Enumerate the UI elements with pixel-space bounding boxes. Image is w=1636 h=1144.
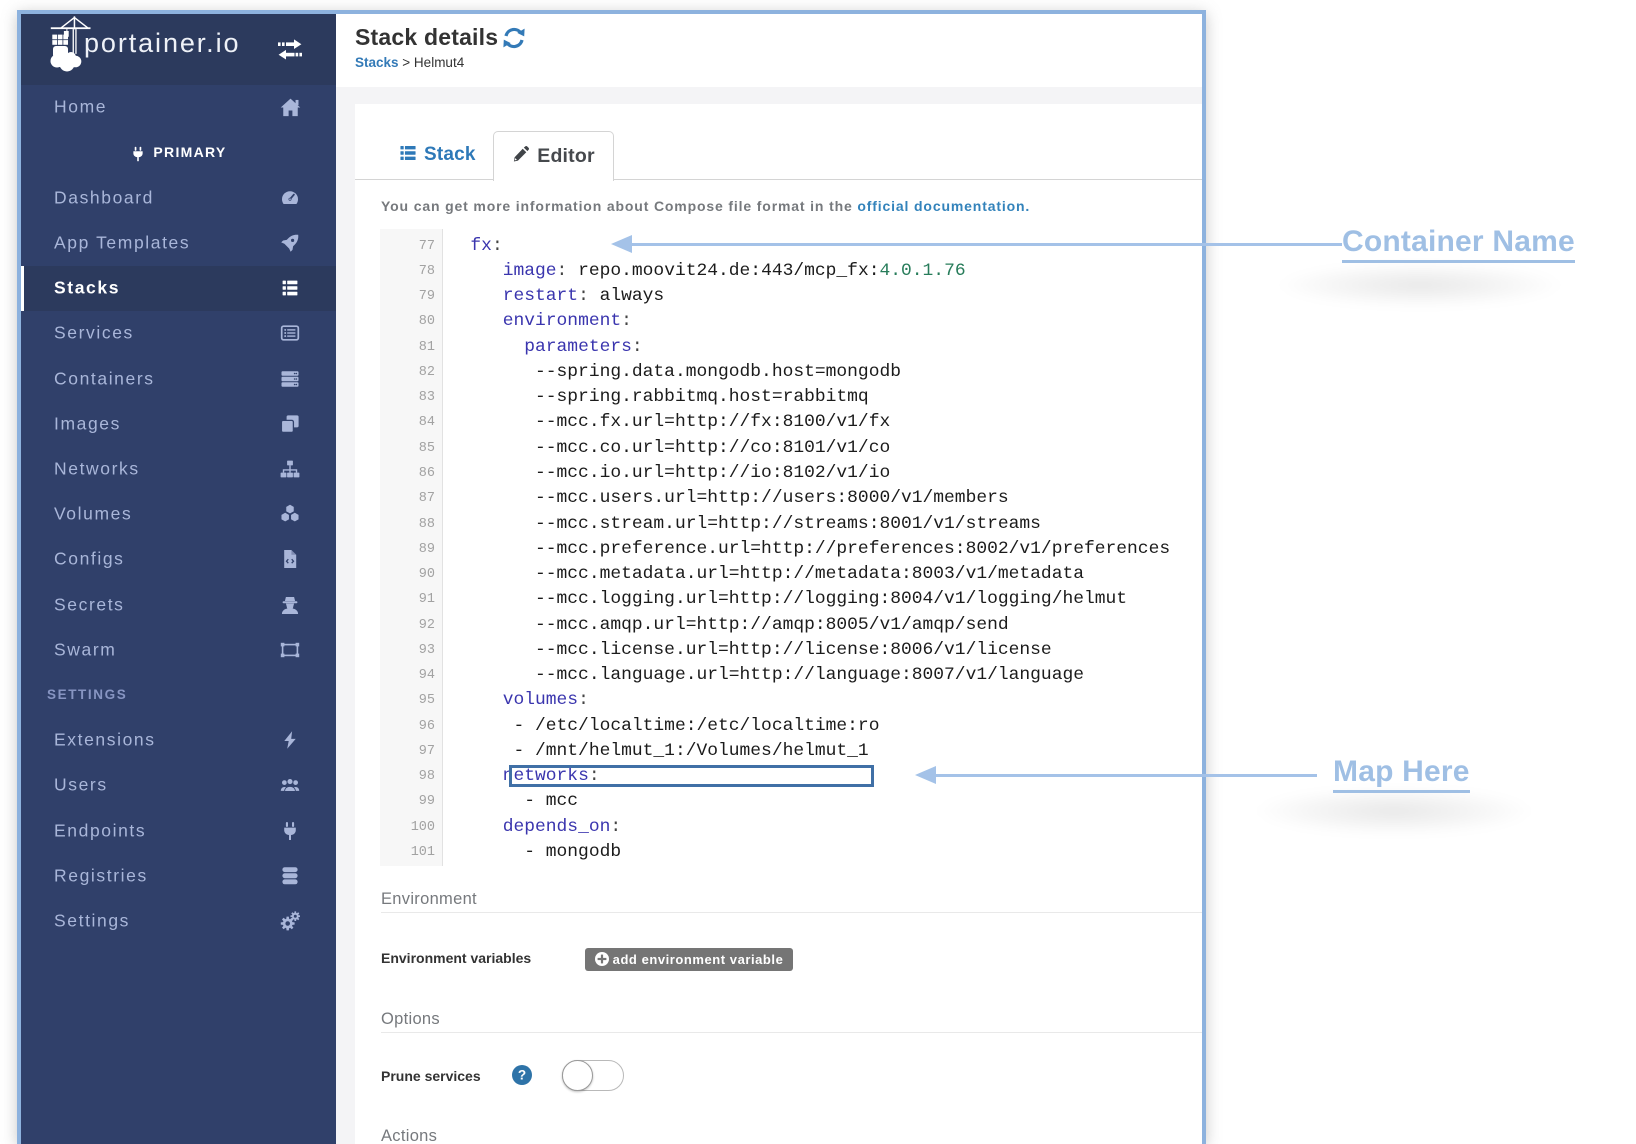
svg-text:?: ? — [518, 1067, 526, 1082]
